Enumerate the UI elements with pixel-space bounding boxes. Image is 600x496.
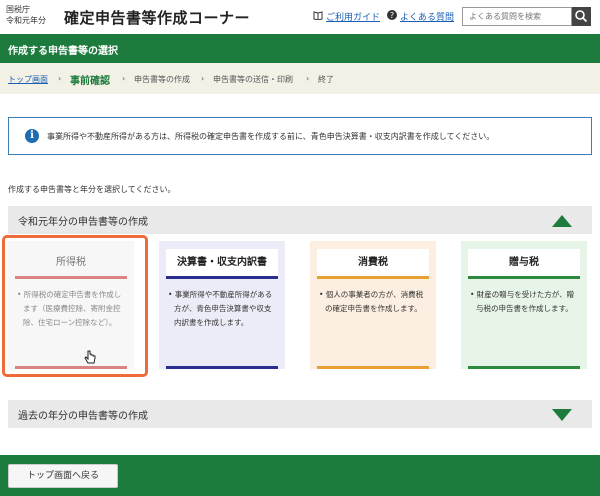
card-bottom-bar xyxy=(317,366,429,369)
breadcrumb: トップ画面 › 事前確認 › 申告書等の作成 › 申告書等の送信・印刷 › 終了 xyxy=(0,63,600,94)
fiscal-year: 令和元年分 xyxy=(6,16,46,25)
faq-search-input[interactable] xyxy=(462,7,572,26)
breadcrumb-current: 事前確認 xyxy=(70,76,110,87)
page: 国税庁 令和元年分 確定申告書等作成コーナー ご利用ガイド ? よくある質問 作… xyxy=(0,0,600,496)
hand-cursor-icon xyxy=(84,350,96,370)
svg-text:?: ? xyxy=(390,11,394,20)
breadcrumb-separator: › xyxy=(201,74,205,83)
book-icon xyxy=(313,11,323,23)
info-icon: i xyxy=(25,129,39,143)
card-accent-bar xyxy=(166,276,278,279)
instruction-text: 作成する申告書等と年分を選択してください。 xyxy=(8,185,176,194)
breadcrumb-home[interactable]: トップ画面 xyxy=(8,74,48,85)
card-description: • 個人の事業者の方が、消費税の確定申告書を作成します。 xyxy=(319,290,424,313)
past-years-accordion[interactable]: 過去の年分の申告書等の作成 xyxy=(8,400,592,428)
breadcrumb-step-send: 申告書等の送信・印刷 xyxy=(213,75,293,84)
card-title-text: 決算書・収支内訳書 xyxy=(177,257,267,268)
agency-label: 国税庁 令和元年分 xyxy=(6,4,46,26)
card-description: • 財産の贈与を受けた方が、贈与税の申告書を作成します。 xyxy=(470,290,575,313)
info-notice: i 事業所得や不動産所得がある方は、所得税の確定申告書を作成する前に、青色申告決… xyxy=(8,117,592,155)
selection-highlight xyxy=(2,235,148,377)
footer-bar: トップ画面へ戻る xyxy=(0,455,600,496)
breadcrumb-step-end: 終了 xyxy=(318,75,334,84)
card-title-text: 贈与税 xyxy=(509,257,539,268)
card-description: • 事業所得や不動産所得がある方が、青色申告決算書や収支内訳書を作成します。 xyxy=(168,290,273,327)
header: 国税庁 令和元年分 確定申告書等作成コーナー ご利用ガイド ? よくある質問 xyxy=(0,0,600,34)
breadcrumb-step-create: 申告書等の作成 xyxy=(134,75,190,84)
search-button[interactable] xyxy=(572,7,591,26)
card-accent-bar xyxy=(317,276,429,279)
card-bottom-bar xyxy=(166,366,278,369)
card-accent-bar xyxy=(468,276,580,279)
gift-tax-card[interactable]: 贈与税 • 財産の贈与を受けた方が、贈与税の申告書を作成します。 xyxy=(461,241,587,369)
faq-link-label: よくある質問 xyxy=(400,13,455,23)
current-year-accordion[interactable]: 令和元年分の申告書等の作成 xyxy=(8,206,592,234)
section-title: 作成する申告書等の選択 xyxy=(8,46,118,57)
current-year-accordion-title: 令和元年分の申告書等の作成 xyxy=(18,217,148,228)
card-title-financial-statement: 決算書・収支内訳書 xyxy=(166,249,278,279)
financial-statement-card[interactable]: 決算書・収支内訳書 • 事業所得や不動産所得がある方が、青色申告決算書や収支内訳… xyxy=(159,241,285,369)
guide-link-label: ご利用ガイド xyxy=(326,13,381,23)
section-title-bar: 作成する申告書等の選択 xyxy=(0,34,600,63)
site-title: 確定申告書等作成コーナー xyxy=(64,9,251,27)
back-to-top-button[interactable]: トップ画面へ戻る xyxy=(8,464,118,488)
breadcrumb-separator: › xyxy=(122,74,126,83)
card-bottom-bar xyxy=(468,366,580,369)
card-title-text: 消費税 xyxy=(358,257,388,268)
consumption-tax-card[interactable]: 消費税 • 個人の事業者の方が、消費税の確定申告書を作成します。 xyxy=(310,241,436,369)
breadcrumb-separator: › xyxy=(306,74,310,83)
breadcrumb-separator: › xyxy=(58,74,62,83)
collapse-arrow-icon[interactable] xyxy=(552,215,572,227)
faq-link[interactable]: ? よくある質問 xyxy=(387,10,454,23)
card-title-gift-tax: 贈与税 xyxy=(468,249,580,279)
expand-arrow-icon[interactable] xyxy=(552,409,572,421)
agency-name: 国税庁 xyxy=(6,5,30,14)
search-icon xyxy=(575,10,588,23)
past-years-accordion-title: 過去の年分の申告書等の作成 xyxy=(18,411,148,422)
guide-link[interactable]: ご利用ガイド xyxy=(313,10,380,23)
info-text: 事業所得や不動産所得がある方は、所得税の確定申告書を作成する前に、青色申告決算書… xyxy=(47,132,495,141)
card-title-consumption-tax: 消費税 xyxy=(317,249,429,279)
question-icon: ? xyxy=(387,10,397,23)
